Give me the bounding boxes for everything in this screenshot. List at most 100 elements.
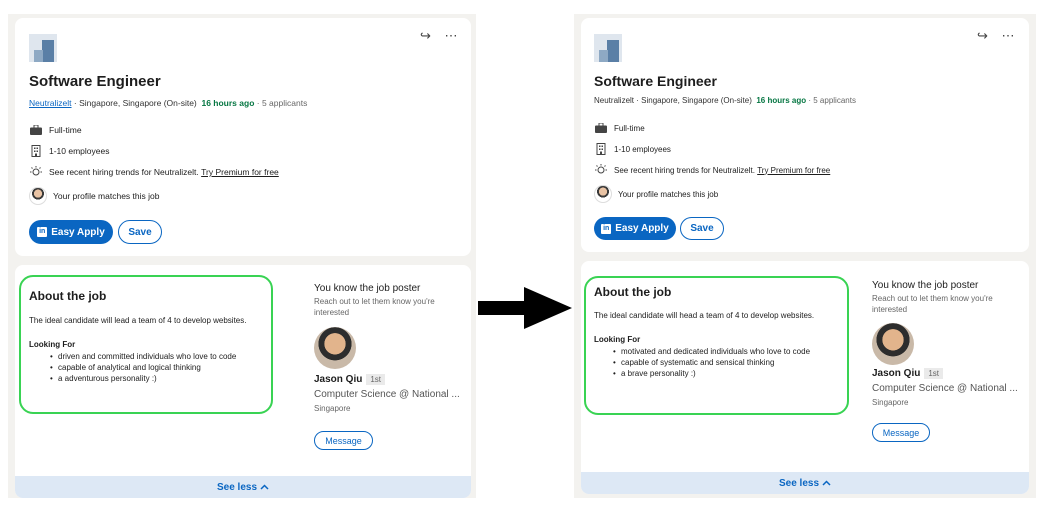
premium-link[interactable]: Try Premium for free	[757, 166, 830, 175]
applicant-count: · 5 applicants	[256, 98, 308, 108]
job-meta: Neutralizelt · Singapore, Singapore (On-…	[29, 98, 307, 108]
message-label: Message	[882, 427, 920, 438]
company-size-row: 1-10 employees	[29, 145, 109, 157]
profile-match-text: Your profile matches this job	[53, 191, 160, 201]
user-avatar	[594, 185, 612, 203]
lightbulb-icon	[594, 164, 608, 176]
header-actions: ↪ ⋯	[420, 28, 458, 44]
see-less-button[interactable]: See less	[581, 472, 1029, 494]
message-button[interactable]: Message	[314, 431, 373, 450]
job-type-row: Full-time	[594, 122, 645, 134]
hiring-trends-row: See recent hiring trends for Neutralizel…	[594, 164, 830, 176]
right-arrow-icon	[478, 287, 572, 334]
about-intro: The ideal candidate will lead a team of …	[29, 316, 247, 325]
save-button[interactable]: Save	[680, 217, 724, 240]
looking-for-heading: Looking For	[594, 335, 641, 344]
company-link[interactable]: Neutralizelt	[594, 96, 634, 105]
poster-heading: You know the job poster	[872, 280, 979, 291]
posted-time: 16 hours ago	[756, 96, 807, 105]
building-icon	[594, 143, 608, 155]
poster-role: Computer Science @ National ...	[314, 389, 460, 400]
chevron-up-icon	[822, 478, 831, 489]
job-type: Full-time	[614, 123, 645, 133]
list-item: capable of analytical and logical thinki…	[50, 362, 236, 373]
profile-match-row: Your profile matches this job	[29, 187, 159, 205]
list-item: driven and committed individuals who lov…	[50, 351, 236, 362]
company-logo	[594, 34, 622, 62]
list-item: a brave personality :)	[613, 368, 810, 379]
about-card: About the job The ideal candidate will h…	[581, 261, 1029, 494]
looking-for-heading: Looking For	[29, 340, 76, 349]
save-button[interactable]: Save	[118, 220, 162, 244]
poster-name[interactable]: Jason Qiu	[872, 368, 920, 379]
connection-degree-badge: 1st	[366, 374, 386, 385]
profile-match-text: Your profile matches this job	[618, 189, 719, 199]
poster-avatar[interactable]	[872, 323, 914, 365]
see-less-button[interactable]: See less	[15, 476, 471, 498]
job-location: · Singapore, Singapore (On-site)	[636, 96, 752, 105]
easy-apply-label: Easy Apply	[51, 226, 105, 238]
company-size-row: 1-10 employees	[594, 143, 671, 155]
job-meta: Neutralizelt · Singapore, Singapore (On-…	[594, 96, 856, 105]
poster-subtext: Reach out to let them know you're intere…	[314, 297, 435, 317]
briefcase-icon	[29, 124, 43, 136]
see-less-label: See less	[216, 481, 258, 493]
job-type-row: Full-time	[29, 124, 82, 136]
share-icon[interactable]: ↪	[977, 28, 988, 43]
message-label: Message	[325, 435, 362, 446]
see-less-label: See less	[778, 477, 820, 489]
linkedin-icon: in	[601, 223, 612, 234]
posted-time: 16 hours ago	[201, 98, 255, 108]
user-avatar	[29, 187, 47, 205]
list-item: a adventurous personality :)	[50, 373, 236, 384]
share-icon[interactable]: ↪	[420, 28, 431, 43]
about-title: About the job	[594, 285, 672, 299]
poster-role: Computer Science @ National ...	[872, 383, 1018, 394]
poster-location: Singapore	[872, 398, 909, 407]
briefcase-icon	[594, 122, 608, 134]
company-size: 1-10 employees	[49, 146, 110, 156]
poster-name[interactable]: Jason Qiu	[314, 374, 362, 385]
requirements-list: motivated and dedicated individuals who …	[613, 346, 810, 379]
easy-apply-button[interactable]: in Easy Apply	[594, 217, 676, 240]
more-icon[interactable]: ⋯	[445, 28, 458, 43]
lightbulb-icon	[29, 166, 43, 178]
job-panel-before: ↪ ⋯ Software Engineer Neutralizelt · Sin…	[8, 14, 476, 498]
chevron-up-icon	[260, 482, 269, 493]
linkedin-icon: in	[37, 227, 48, 237]
about-title: About the job	[29, 289, 107, 303]
job-title: Software Engineer	[29, 73, 161, 90]
save-label: Save	[690, 223, 714, 234]
company-link[interactable]: Neutralizelt	[29, 98, 72, 108]
profile-match-row: Your profile matches this job	[594, 185, 718, 203]
job-header-card: ↪ ⋯ Software Engineer Neutralizelt · Sin…	[15, 18, 471, 256]
poster-name-row: Jason Qiu 1st	[872, 368, 944, 379]
poster-subtext: Reach out to let them know you're intere…	[872, 294, 993, 314]
job-header-card: ↪ ⋯ Software Engineer Neutralizelt · Sin…	[581, 18, 1029, 252]
save-label: Save	[128, 226, 152, 238]
about-card: About the job The ideal candidate will l…	[15, 265, 471, 498]
header-actions: ↪ ⋯	[977, 28, 1015, 44]
hiring-trends-row: See recent hiring trends for Neutralizel…	[29, 166, 279, 178]
list-item: capable of systematic and sensical think…	[613, 357, 810, 368]
building-icon	[29, 145, 43, 157]
company-logo	[29, 34, 57, 62]
hiring-trends-text: See recent hiring trends for Neutralizel…	[614, 165, 755, 175]
job-title: Software Engineer	[594, 73, 717, 89]
company-size: 1-10 employees	[614, 144, 671, 154]
about-intro: The ideal candidate will head a team of …	[594, 311, 815, 320]
easy-apply-button[interactable]: in Easy Apply	[29, 220, 113, 244]
job-panel-after: ↪ ⋯ Software Engineer Neutralizelt · Sin…	[574, 14, 1036, 498]
requirements-list: driven and committed individuals who lov…	[50, 351, 236, 384]
job-location: · Singapore, Singapore (On-site)	[73, 98, 197, 108]
poster-heading: You know the job poster	[314, 283, 421, 294]
poster-avatar[interactable]	[314, 327, 356, 369]
easy-apply-label: Easy Apply	[615, 223, 669, 234]
list-item: motivated and dedicated individuals who …	[613, 346, 810, 357]
poster-location: Singapore	[314, 404, 351, 413]
job-type: Full-time	[49, 125, 82, 135]
poster-name-row: Jason Qiu 1st	[314, 374, 386, 385]
more-icon[interactable]: ⋯	[1002, 28, 1015, 43]
message-button[interactable]: Message	[872, 423, 930, 442]
premium-link[interactable]: Try Premium for free	[201, 167, 279, 177]
